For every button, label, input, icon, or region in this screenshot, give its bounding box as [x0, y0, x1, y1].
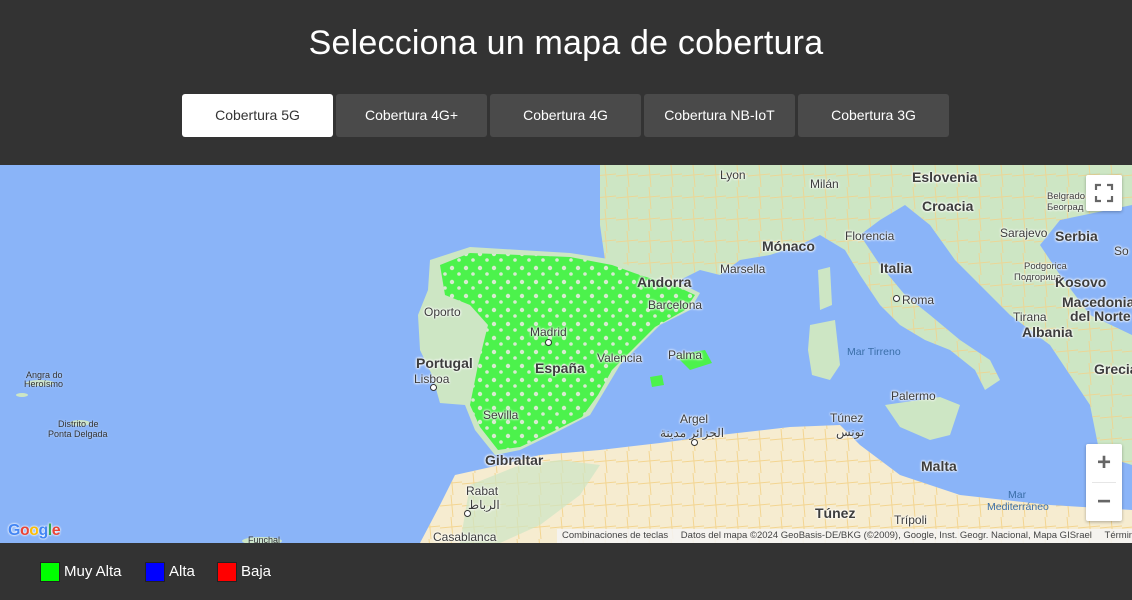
land-ibiza [650, 375, 664, 387]
map-label-tirana: Tirana [1013, 310, 1047, 324]
tab-cobertura-4g-plus[interactable]: Cobertura 4G+ [336, 94, 487, 137]
map-label-rabat-ar: الرباط [468, 498, 500, 512]
legend-swatch-muy-alta [40, 562, 60, 582]
page-title: Selecciona un mapa de cobertura [308, 24, 824, 62]
map-label-espana: España [535, 360, 585, 376]
map-label-barcelona: Barcelona [648, 298, 703, 312]
map-label-florencia: Florencia [845, 229, 895, 243]
map-label-mar-med2: Mediterráneo [987, 501, 1049, 513]
map-data-credit: Datos del mapa ©2024 GeoBasis-DE/BKG (©2… [680, 530, 1092, 541]
map-label-palermo: Palermo [891, 389, 936, 403]
google-logo[interactable]: Google [8, 522, 61, 540]
legend-swatch-alta [145, 562, 165, 582]
map-label-albania: Albania [1022, 324, 1073, 340]
coverage-map[interactable]: Lyon Milán Eslovenia Croacia Belgrado Бе… [0, 165, 1132, 543]
legend-label-baja: Baja [241, 563, 272, 580]
map-label-belgrado: Belgrado [1047, 191, 1086, 202]
terms-link[interactable]: Términos [1100, 530, 1132, 541]
map-label-mar-med: Mar [1008, 489, 1027, 501]
map-label-lyon: Lyon [720, 168, 746, 182]
keyboard-shortcuts-link[interactable]: Combinaciones de teclas [557, 530, 673, 541]
map-label-eslovenia: Eslovenia [912, 169, 978, 185]
map-label-argel: Argel [680, 412, 709, 426]
map-label-sarajevo: Sarajevo [1000, 226, 1048, 240]
map-label-milan: Milán [810, 177, 839, 191]
map-label-ponta: Distrito de [58, 419, 99, 429]
map-label-casablanca: Casablanca [433, 530, 497, 543]
map-label-madrid: Madrid [530, 325, 567, 339]
tab-cobertura-3g[interactable]: Cobertura 3G [798, 94, 949, 137]
map-label-tripoli: Trípoli [894, 513, 927, 527]
map-label-funchal: Funchal [248, 535, 281, 543]
zoom-in-button[interactable]: + [1086, 444, 1122, 482]
map-attribution: Combinaciones de teclas Datos del mapa ©… [557, 529, 1132, 543]
map-label-podgorica: Podgorica [1024, 261, 1067, 272]
map-label-ponta2: Ponta Delgada [48, 429, 108, 439]
map-label-palma: Palma [668, 348, 703, 362]
tab-cobertura-4g[interactable]: Cobertura 4G [490, 94, 641, 137]
map-canvas[interactable] [0, 165, 1132, 543]
legend-label-alta: Alta [169, 563, 195, 580]
map-label-malta: Malta [921, 458, 957, 474]
map-label-oporto: Oporto [424, 305, 461, 319]
coverage-legend: Muy Alta Alta Baja [0, 543, 1132, 600]
tab-cobertura-nb-iot[interactable]: Cobertura NB-IoT [644, 94, 795, 137]
map-label-marsella: Marsella [720, 262, 766, 276]
map-label-gibraltar: Gibraltar [485, 452, 544, 468]
land-corsica [818, 267, 832, 310]
legend-swatch-baja [217, 562, 237, 582]
map-label-macedonia2: del Norte [1070, 308, 1131, 324]
map-label-valencia: Valencia [597, 351, 643, 365]
map-marker-rabat [464, 510, 471, 517]
map-label-tunez-country: Túnez [815, 505, 856, 521]
map-label-angra2: Heroísmo [24, 379, 64, 389]
map-label-grecia: Grecia [1094, 361, 1132, 377]
map-marker-madrid [545, 339, 552, 346]
map-marker-roma [893, 295, 900, 302]
fullscreen-icon [1094, 183, 1114, 203]
land-azores-2 [16, 393, 28, 397]
map-label-mar-tirreno: Mar Tirreno [847, 346, 901, 358]
zoom-controls: + − [1086, 444, 1122, 521]
map-label-monaco: Mónaco [762, 238, 815, 254]
page-header: Selecciona un mapa de cobertura Cobertur… [0, 0, 1132, 165]
tab-cobertura-5g[interactable]: Cobertura 5G [182, 94, 333, 137]
map-label-croacia: Croacia [922, 198, 974, 214]
zoom-out-button[interactable]: − [1086, 483, 1122, 521]
map-label-tunez-city-ar: تونس [836, 425, 865, 439]
map-label-argel-ar: الجزائر مدينة [660, 426, 725, 440]
map-marker-argel [691, 439, 698, 446]
fullscreen-button[interactable] [1086, 175, 1122, 211]
map-label-andorra: Andorra [637, 274, 692, 290]
map-label-kosovo: Kosovo [1055, 274, 1107, 290]
map-label-belgrado-alt: Београд [1047, 202, 1084, 213]
map-label-rabat: Rabat [466, 484, 499, 498]
map-label-so: So [1114, 244, 1129, 258]
map-label-portugal: Portugal [416, 355, 473, 371]
map-label-tunez-city: Túnez [830, 411, 864, 425]
legend-label-muy-alta: Muy Alta [64, 563, 122, 580]
map-label-italia: Italia [880, 260, 912, 276]
land-sardinia [808, 320, 840, 380]
map-label-serbia: Serbia [1055, 228, 1098, 244]
map-label-roma: Roma [902, 293, 935, 307]
map-label-sevilla: Sevilla [483, 408, 519, 422]
map-marker-lisboa [430, 384, 437, 391]
